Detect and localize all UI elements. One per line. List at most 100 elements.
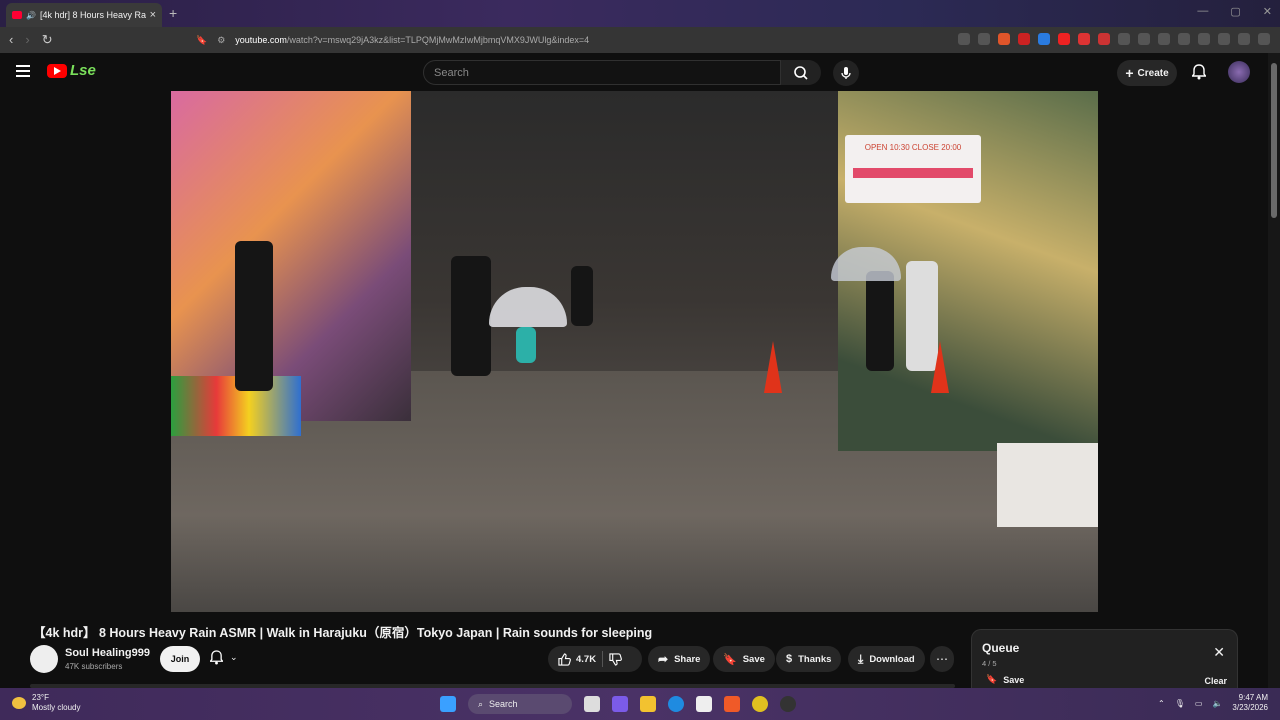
youtube-favicon-icon <box>12 11 22 19</box>
url-path: /watch?v=mswq29jA3kz&list=TLPQMjMwMzIwMj… <box>286 35 590 45</box>
clock[interactable]: 9:47 AM 3/23/2026 <box>1232 693 1268 713</box>
video-frame-umbrella <box>489 287 567 327</box>
share-button[interactable]: ➦ Share <box>648 646 711 672</box>
extension-icon[interactable] <box>1078 33 1090 45</box>
video-frame-person <box>451 256 491 376</box>
nav-buttons: ‹ › ↻ <box>9 32 53 48</box>
media-icon[interactable] <box>1158 33 1170 45</box>
extension-icon[interactable] <box>1098 33 1110 45</box>
queue-panel: Queue 4 / 5 ✕ 🔖 Save Clear <box>971 629 1238 691</box>
vpn-icon[interactable] <box>1238 33 1250 45</box>
forward-icon[interactable]: › <box>25 32 29 48</box>
chrome-icon[interactable] <box>752 696 768 712</box>
video-player[interactable]: OPEN 10:30 CLOSE 20:00 <box>171 91 1098 612</box>
chevron-up-icon[interactable]: ⌃ <box>1158 699 1165 708</box>
video-frame-child <box>516 327 536 363</box>
rewards-icon[interactable] <box>1018 33 1030 45</box>
address-field[interactable]: 🔖 ⚙ youtube.com/watch?v=mswq29jA3kz&list… <box>196 31 856 49</box>
edge-icon[interactable] <box>668 696 684 712</box>
subscription-notification-button[interactable]: ⌄ <box>210 650 238 665</box>
video-frame-cone <box>931 341 949 393</box>
thanks-label: Thanks <box>798 653 832 665</box>
video-frame-left-shops <box>171 91 411 421</box>
volume-icon[interactable]: 🔈 <box>1212 699 1222 708</box>
mic-tray-icon[interactable]: 🎙 <box>1175 699 1185 708</box>
taskbar-apps: ⌕ Search <box>440 694 796 714</box>
search-input[interactable]: Search <box>423 60 781 85</box>
channel-name[interactable]: Soul Healing999 <box>65 647 150 659</box>
file-explorer-icon[interactable] <box>640 696 656 712</box>
minimize-icon[interactable]: — <box>1197 5 1208 18</box>
address-bar-row: ‹ › ↻ 🔖 ⚙ youtube.com/watch?v=mswq29jA3k… <box>0 27 1280 53</box>
queue-clear-button[interactable]: Clear <box>1204 676 1227 686</box>
sign-bar <box>853 168 973 178</box>
network-icon[interactable]: ▭ <box>1195 699 1203 708</box>
more-actions-button[interactable]: ⋯ <box>930 646 954 672</box>
download-icon: ⤓ <box>858 651 864 666</box>
site-info-icon[interactable]: ⚙ <box>217 35 225 46</box>
new-tab-button[interactable]: + <box>169 5 177 21</box>
extension-youtube-icon[interactable] <box>1058 33 1070 45</box>
task-view-icon[interactable] <box>584 696 600 712</box>
scrollbar-thumb[interactable] <box>1271 63 1277 218</box>
search-button[interactable] <box>781 60 821 85</box>
brave-shield-icon[interactable] <box>998 33 1010 45</box>
queue-save-button[interactable]: 🔖 Save <box>986 674 1024 685</box>
save-button[interactable]: 🔖 Save <box>713 646 775 672</box>
cast-icon[interactable] <box>958 33 970 45</box>
thumbs-up-icon <box>558 652 571 666</box>
bookmark-icon[interactable]: 🔖 <box>196 35 207 46</box>
leo-icon[interactable] <box>1218 33 1230 45</box>
tab-title: [4k hdr] 8 Hours Heavy Rain <box>39 10 146 20</box>
weather-condition: Mostly cloudy <box>32 703 81 712</box>
channel-avatar[interactable] <box>30 645 58 673</box>
account-avatar[interactable] <box>1228 61 1250 83</box>
url-host: youtube.com <box>235 35 287 45</box>
youtube-logo-icon[interactable] <box>47 64 67 78</box>
maximize-icon[interactable]: ▢ <box>1230 5 1240 18</box>
obs-icon[interactable] <box>780 696 796 712</box>
speaker-icon: 🔊 <box>26 10 36 20</box>
video-frame-person <box>571 266 593 326</box>
time: 9:47 AM <box>1238 693 1268 702</box>
copilot-icon[interactable] <box>612 696 628 712</box>
join-button[interactable]: Join <box>160 646 200 672</box>
puzzle-icon[interactable] <box>1118 33 1130 45</box>
download-button[interactable]: ⤓ Download <box>848 646 925 672</box>
create-button[interactable]: + Create <box>1117 60 1177 86</box>
subscriber-count: 47K subscribers <box>65 662 123 671</box>
hamburger-menu-icon[interactable] <box>16 65 30 77</box>
back-icon[interactable]: ‹ <box>9 32 13 48</box>
brave-icon[interactable] <box>724 696 740 712</box>
reload-icon[interactable]: ↻ <box>42 32 53 48</box>
more-horizontal-icon: ⋯ <box>936 652 948 666</box>
close-icon[interactable]: ✕ <box>1213 644 1225 661</box>
store-icon[interactable] <box>696 696 712 712</box>
thumbs-down-icon[interactable] <box>609 652 622 666</box>
taskbar-search[interactable]: ⌕ Search <box>468 694 572 714</box>
queue-count: 4 / 5 <box>982 659 997 668</box>
extension-icon[interactable] <box>1138 33 1150 45</box>
wallet-icon[interactable] <box>1198 33 1210 45</box>
extension-icon[interactable] <box>1038 33 1050 45</box>
search-icon: ⌕ <box>478 698 484 709</box>
weather-widget[interactable]: 23°F Mostly cloudy <box>12 693 80 713</box>
voice-search-button[interactable] <box>833 60 859 86</box>
like-button[interactable]: 4.7K <box>558 652 596 666</box>
video-frame-person <box>235 241 273 391</box>
browser-tab[interactable]: 🔊 [4k hdr] 8 Hours Heavy Rain × <box>6 3 162 27</box>
windows-taskbar: 23°F Mostly cloudy ⌕ Search ⌃ 🎙 ▭ 🔈 9:47… <box>0 688 1280 720</box>
video-frame-counter <box>997 443 1098 527</box>
share-page-icon[interactable] <box>978 33 990 45</box>
date: 3/23/2026 <box>1232 703 1268 712</box>
bell-icon <box>210 650 223 665</box>
doodle-logo[interactable]: Lse <box>70 62 96 79</box>
plus-icon: + <box>1125 65 1134 81</box>
tab-close-icon[interactable]: × <box>150 9 156 21</box>
close-window-icon[interactable]: ✕ <box>1263 5 1272 18</box>
start-windows-icon[interactable] <box>440 696 456 712</box>
notifications-bell-icon[interactable] <box>1192 64 1206 80</box>
sidebar-icon[interactable] <box>1178 33 1190 45</box>
menu-icon[interactable] <box>1258 33 1270 45</box>
thanks-button[interactable]: $ Thanks <box>776 646 842 672</box>
